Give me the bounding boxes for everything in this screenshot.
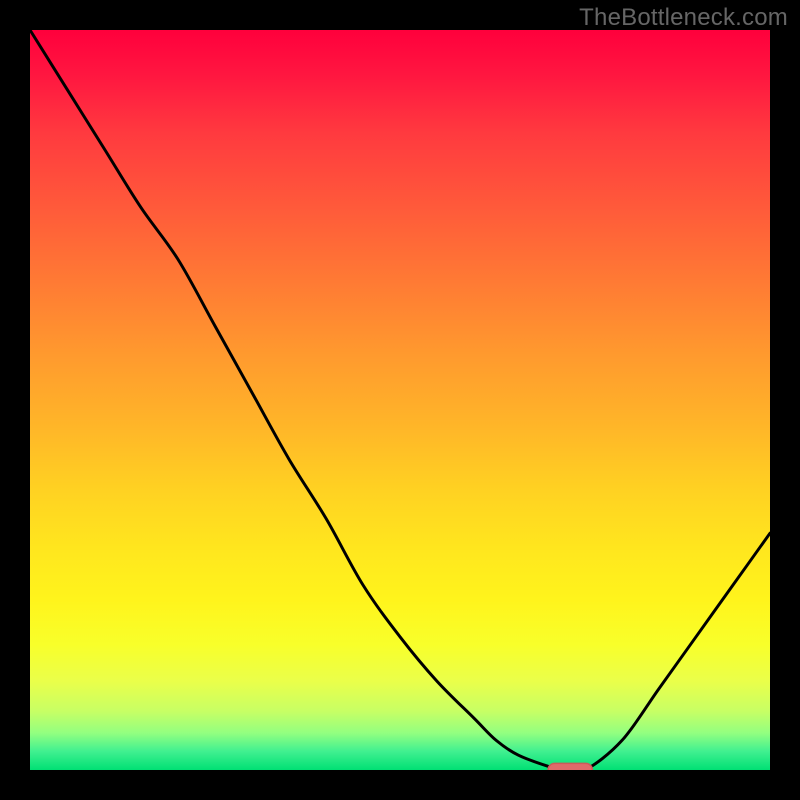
curve-line — [30, 30, 770, 770]
chart-frame: TheBottleneck.com — [0, 0, 800, 800]
watermark: TheBottleneck.com — [579, 4, 788, 32]
bottleneck-curve — [30, 30, 770, 770]
optimum-marker — [548, 763, 592, 770]
plot-area — [30, 30, 770, 770]
